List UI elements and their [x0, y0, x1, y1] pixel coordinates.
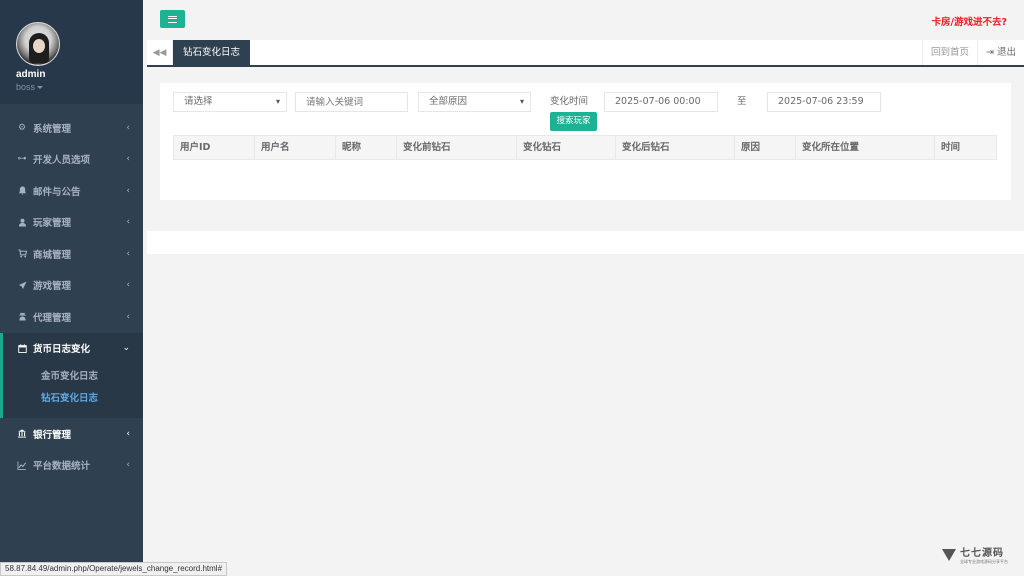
double-chevron-left-icon: ◀◀	[152, 47, 167, 58]
bank-icon	[17, 429, 27, 439]
search-player-button[interactable]: 搜索玩家	[550, 112, 597, 131]
sidebar-item-label: 平台数据统计	[33, 461, 91, 473]
end-time-input[interactable]: 2025-07-06 23:59	[767, 92, 881, 112]
chevron-left-icon: ‹	[126, 280, 130, 291]
chevron-down-icon: ▾	[275, 97, 280, 106]
sign-out-icon: ⇥	[986, 47, 997, 58]
column-header: 变化前钻石	[397, 136, 517, 159]
watermark-subtitle: 全球专业游戏源码分享平台	[960, 559, 1008, 564]
browser-status-url: 58.87.84.49/admin.php/Operate/jewels_cha…	[0, 562, 228, 576]
sidebar-item-shop[interactable]: 商城管理 ‹	[0, 238, 143, 270]
chevron-left-icon: ‹	[126, 122, 130, 133]
profile-panel: admin boss	[0, 0, 143, 104]
reason-select-value: 全部原因	[429, 96, 468, 107]
start-time-value: 2025-07-06 00:00	[615, 96, 701, 107]
column-header: 变化钻石	[517, 136, 616, 159]
column-header: 原因	[735, 136, 796, 159]
sidebar-item-currency-log[interactable]: 货币日志变化 ⌄	[0, 332, 143, 364]
chevron-left-icon: ‹	[126, 311, 130, 322]
logout-link[interactable]: ⇥ 退出	[977, 40, 1024, 65]
profile-name: admin	[16, 69, 46, 80]
sidebar-item-system[interactable]: ⚙ 系统管理 ‹	[0, 112, 143, 144]
watermark-text: 七七源码 全球专业游戏源码分享平台	[960, 544, 1008, 565]
room-issue-link[interactable]: 卡房/游戏进不去?	[932, 14, 1007, 28]
reason-select[interactable]: 全部原因 ▾	[418, 92, 531, 112]
gears-icon: ⚙	[17, 122, 27, 133]
column-header: 用户ID	[174, 136, 255, 159]
avatar[interactable]	[16, 22, 60, 66]
chevron-down-icon: ▾	[519, 97, 524, 106]
chevron-left-icon: ‹	[126, 248, 130, 259]
gamepad-icon: ⊶	[17, 154, 27, 165]
sidebar-item-label: 玩家管理	[33, 218, 72, 230]
chevron-left-icon: ‹	[126, 217, 130, 228]
logout-label: 退出	[996, 47, 1016, 58]
chevron-left-icon: ‹	[126, 154, 130, 165]
caret-down-icon	[37, 86, 44, 90]
profile-role-dropdown[interactable]: boss	[16, 82, 143, 92]
sidebar-item-games[interactable]: 游戏管理 ‹	[0, 270, 143, 302]
sidebar-item-label: 游戏管理	[33, 281, 72, 293]
column-header: 变化后钻石	[616, 136, 735, 159]
sidebar-item-players[interactable]: 玩家管理 ‹	[0, 207, 143, 239]
footer-strip	[147, 231, 1024, 254]
tab-scroll-left-button[interactable]: ◀◀	[147, 40, 173, 65]
sidebar-item-label: 银行管理	[33, 429, 72, 441]
end-time-value: 2025-07-06 23:59	[778, 96, 864, 107]
top-navbar: 卡房/游戏进不去?	[143, 0, 1024, 40]
chevron-left-icon: ‹	[126, 185, 130, 196]
column-header: 变化所在位置	[796, 136, 935, 159]
sidebar-item-bank[interactable]: 银行管理 ‹	[0, 418, 143, 450]
rocket-icon	[17, 280, 27, 290]
type-select[interactable]: 请选择 ▾	[173, 92, 287, 112]
sidebar-item-label: 开发人员选项	[33, 155, 91, 167]
column-header: 时间	[941, 142, 961, 153]
time-label: 变化时间	[550, 96, 589, 107]
sidebar-item-agents[interactable]: 代理管理 ‹	[0, 301, 143, 333]
sidebar-item-label: 系统管理	[33, 123, 72, 135]
sidebar-item-label: 商城管理	[33, 249, 72, 261]
sidebar-menu-lower: 银行管理 ‹ 平台数据统计 ‹	[0, 418, 143, 481]
sidebar-menu: ⚙ 系统管理 ‹ ⊶ 开发人员选项 ‹ 邮件与公告 ‹ 玩家管理 ‹ 商城管理 …	[0, 104, 143, 364]
tab-diamond-log[interactable]: 钻石变化日志	[173, 40, 251, 65]
tab-bar: ◀◀ 钻石变化日志 回到首页 ⇥ 退出	[147, 40, 1024, 67]
table-header: 用户ID 用户名 昵称 变化前钻石 变化钻石 变化后钻石 原因 变化所在位置 时…	[173, 135, 997, 160]
type-select-value: 请选择	[184, 96, 213, 107]
cart-icon	[17, 249, 27, 259]
line-chart-icon	[17, 460, 27, 470]
bell-icon	[17, 186, 27, 196]
sidebar-item-statistics[interactable]: 平台数据统计 ‹	[0, 450, 143, 482]
chevron-down-icon: ⌄	[122, 343, 130, 354]
profile-role-label: boss	[16, 82, 36, 92]
hamburger-icon	[168, 15, 177, 23]
sidebar-item-label: 代理管理	[33, 312, 72, 324]
user-secret-icon	[17, 312, 27, 322]
submenu-currency-log: 金币变化日志 钻石变化日志	[0, 364, 143, 418]
chevron-left-icon: ‹	[126, 428, 130, 439]
sidebar-item-label: 货币日志变化	[33, 344, 91, 356]
menu-toggle-button[interactable]	[160, 10, 185, 28]
column-header: 昵称	[336, 136, 397, 159]
sidebar-item-mail[interactable]: 邮件与公告 ‹	[0, 175, 143, 207]
home-link[interactable]: 回到首页	[921, 40, 977, 65]
sidebar-item-label: 邮件与公告	[33, 186, 81, 198]
column-header: 用户名	[255, 136, 336, 159]
watermark: 七七源码 全球专业游戏源码分享平台	[942, 544, 1008, 565]
to-label: 至	[737, 96, 747, 107]
keyword-input[interactable]	[295, 92, 408, 112]
user-icon	[17, 217, 27, 227]
calendar-icon	[17, 343, 27, 353]
record-panel: 请选择 ▾ 全部原因 ▾ 变化时间 2025-07-06 00:00 至 202…	[160, 83, 1011, 200]
sidebar-item-developer[interactable]: ⊶ 开发人员选项 ‹	[0, 144, 143, 176]
submenu-item-diamond-log[interactable]: 钻石变化日志	[3, 388, 143, 410]
chevron-left-icon: ‹	[126, 460, 130, 471]
sidebar: admin boss ⚙ 系统管理 ‹ ⊶ 开发人员选项 ‹ 邮件与公告 ‹ 玩…	[0, 0, 143, 576]
start-time-input[interactable]: 2025-07-06 00:00	[604, 92, 718, 112]
submenu-item-gold-log[interactable]: 金币变化日志	[3, 366, 143, 388]
watermark-logo-icon	[942, 548, 956, 561]
watermark-title: 七七源码	[960, 548, 1004, 559]
tab-actions: 回到首页 ⇥ 退出	[921, 40, 1024, 65]
